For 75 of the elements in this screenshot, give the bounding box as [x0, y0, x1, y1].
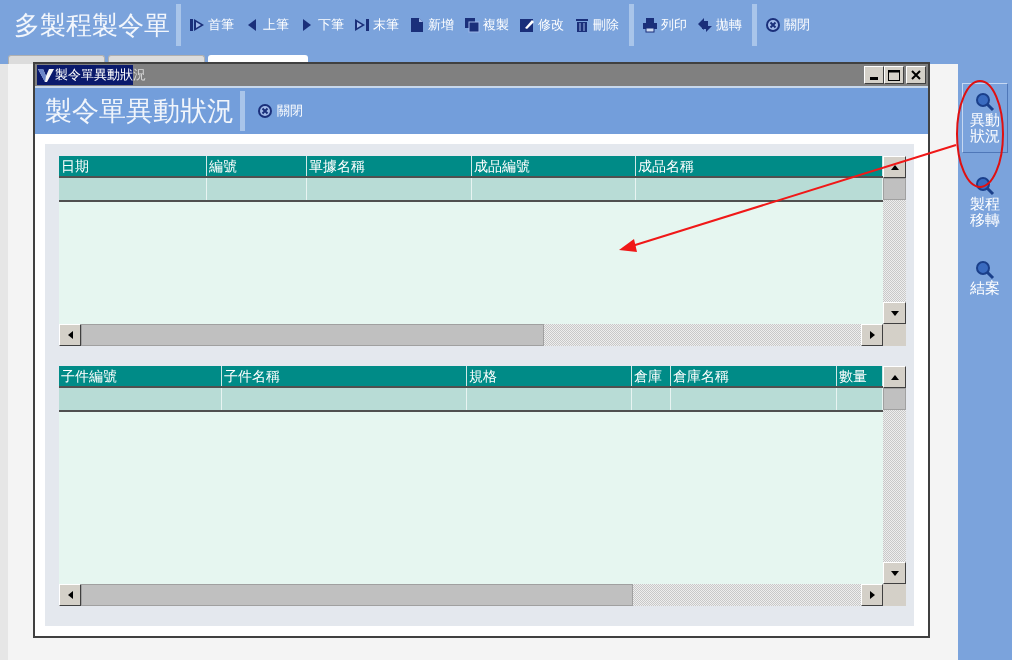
- scroll-right-button[interactable]: [861, 324, 883, 346]
- left-arrow-icon: [67, 331, 73, 339]
- scroll-left-button[interactable]: [59, 324, 81, 346]
- column-header[interactable]: 日期: [59, 156, 207, 176]
- dialog-heading: 製令單異動狀況: [45, 93, 234, 128]
- scroll-thumb[interactable]: [883, 388, 906, 410]
- horizontal-scrollbar[interactable]: [59, 584, 883, 606]
- printer-icon: [642, 17, 658, 33]
- up-arrow-icon: [890, 164, 899, 170]
- toolbar-button[interactable]: 拋轉: [697, 15, 742, 35]
- column-header[interactable]: 倉庫: [632, 366, 671, 386]
- close-button[interactable]: [906, 66, 926, 84]
- close-button[interactable]: 關閉: [257, 101, 303, 121]
- scroll-thumb[interactable]: [883, 178, 906, 200]
- toolbar-button[interactable]: 複製: [464, 15, 509, 35]
- column-header[interactable]: 編號: [207, 156, 307, 176]
- scroll-thumb[interactable]: [81, 324, 544, 346]
- toolbar-button[interactable]: 刪除: [574, 15, 619, 35]
- transfer-icon: [697, 17, 713, 33]
- app-title: 多製程製令單: [14, 8, 170, 42]
- logo-icon: [37, 67, 55, 83]
- toolbar-button[interactable]: 修改: [519, 15, 564, 35]
- down-arrow-icon: [890, 310, 899, 316]
- column-header[interactable]: 子件名稱: [222, 366, 467, 386]
- down-arrow-icon: [890, 570, 899, 576]
- search-icon: [975, 176, 995, 196]
- scroll-left-button[interactable]: [59, 584, 81, 606]
- maximize-button[interactable]: [884, 66, 904, 84]
- close-icon: [911, 70, 921, 80]
- scroll-right-button[interactable]: [861, 584, 883, 606]
- maximize-icon: [888, 69, 900, 81]
- copy-icon: [464, 17, 480, 33]
- close-icon: [257, 103, 273, 119]
- column-header[interactable]: 單據名稱: [307, 156, 472, 176]
- vertical-scrollbar[interactable]: [883, 366, 906, 584]
- toolbar-button[interactable]: 下筆: [299, 15, 344, 35]
- scroll-up-button[interactable]: [883, 156, 906, 178]
- sidebar-button[interactable]: 製程移轉: [962, 167, 1008, 237]
- search-icon: [975, 92, 995, 112]
- toolbar-button[interactable]: 關閉: [765, 15, 810, 35]
- scroll-down-button[interactable]: [883, 302, 906, 324]
- scroll-thumb[interactable]: [81, 584, 633, 606]
- scrollbar-corner: [883, 324, 906, 346]
- scroll-up-button[interactable]: [883, 366, 906, 388]
- grid-row[interactable]: [59, 388, 883, 412]
- left-arrow-icon: [67, 591, 73, 599]
- search-icon: [975, 260, 995, 280]
- toolbar-button[interactable]: 首筆: [189, 15, 234, 35]
- scroll-down-button[interactable]: [883, 562, 906, 584]
- column-header[interactable]: 倉庫名稱: [671, 366, 837, 386]
- edit-icon: [519, 17, 535, 33]
- column-header[interactable]: 子件編號: [59, 366, 222, 386]
- vertical-scrollbar[interactable]: [883, 156, 906, 324]
- right-arrow-icon: [869, 331, 875, 339]
- trash-icon: [574, 17, 590, 33]
- toolbar-button[interactable]: 末筆: [354, 15, 399, 35]
- window-title: 製令單異動狀況: [55, 65, 146, 85]
- close-icon: [765, 17, 781, 33]
- sidebar-button[interactable]: 異動狀況: [962, 83, 1008, 153]
- column-header[interactable]: 規格: [467, 366, 632, 386]
- right-arrow-icon: [869, 591, 875, 599]
- minimize-button[interactable]: [864, 66, 884, 84]
- document-icon: [409, 17, 425, 33]
- column-header[interactable]: 成品編號: [472, 156, 636, 176]
- scrollbar-corner: [883, 584, 906, 606]
- first-record-icon: [189, 17, 205, 33]
- toolbar-button[interactable]: 列印: [642, 15, 687, 35]
- horizontal-scrollbar[interactable]: [59, 324, 883, 346]
- up-arrow-icon: [890, 374, 899, 380]
- toolbar-button[interactable]: 新增: [409, 15, 454, 35]
- grid-row[interactable]: [59, 178, 883, 202]
- toolbar-button[interactable]: 上筆: [244, 15, 289, 35]
- sidebar-button[interactable]: 結案: [962, 251, 1008, 305]
- minimize-icon: [870, 77, 878, 80]
- last-record-icon: [354, 17, 370, 33]
